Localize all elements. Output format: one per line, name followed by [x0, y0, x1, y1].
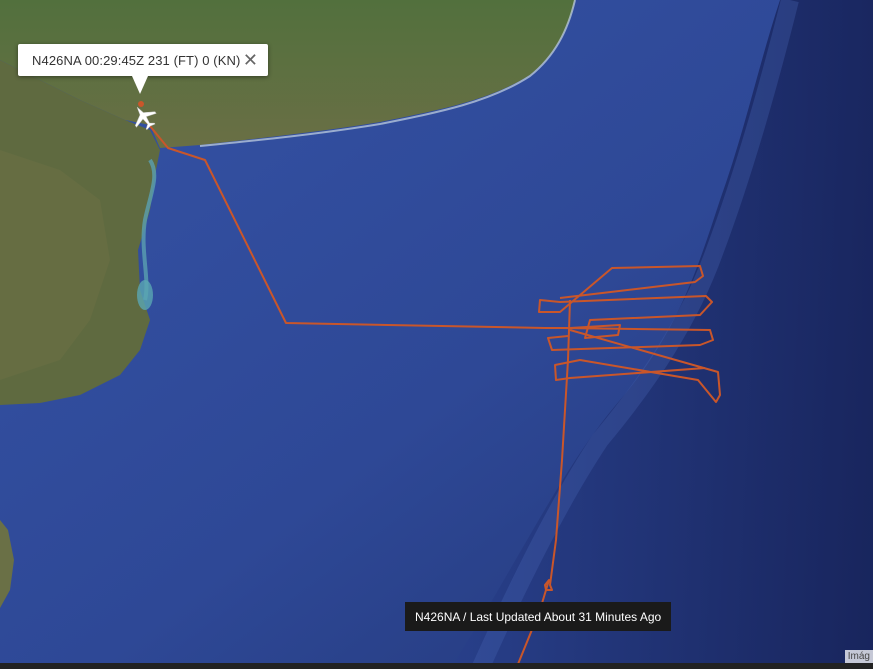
attribution-text: Imág [847, 651, 870, 662]
close-icon[interactable]: ✕ [243, 51, 258, 69]
aircraft-position-marker [138, 101, 144, 107]
satellite-imagery [0, 0, 873, 669]
last-updated-text: N426NA / Last Updated About 31 Minutes A… [415, 609, 662, 624]
last-updated-tooltip: N426NA / Last Updated About 31 Minutes A… [405, 602, 672, 631]
map-view[interactable]: N426NA 00:29:45Z 231 (FT) 0 (KN) ✕ N426N… [0, 0, 873, 669]
imagery-attribution[interactable]: Imág [844, 650, 873, 663]
bottom-bar [0, 663, 873, 669]
aircraft-info-text: N426NA 00:29:45Z 231 (FT) 0 (KN) [32, 52, 241, 68]
coastal-lagoon-south [137, 280, 153, 310]
aircraft-info-popup: N426NA 00:29:45Z 231 (FT) 0 (KN) ✕ [18, 44, 268, 94]
